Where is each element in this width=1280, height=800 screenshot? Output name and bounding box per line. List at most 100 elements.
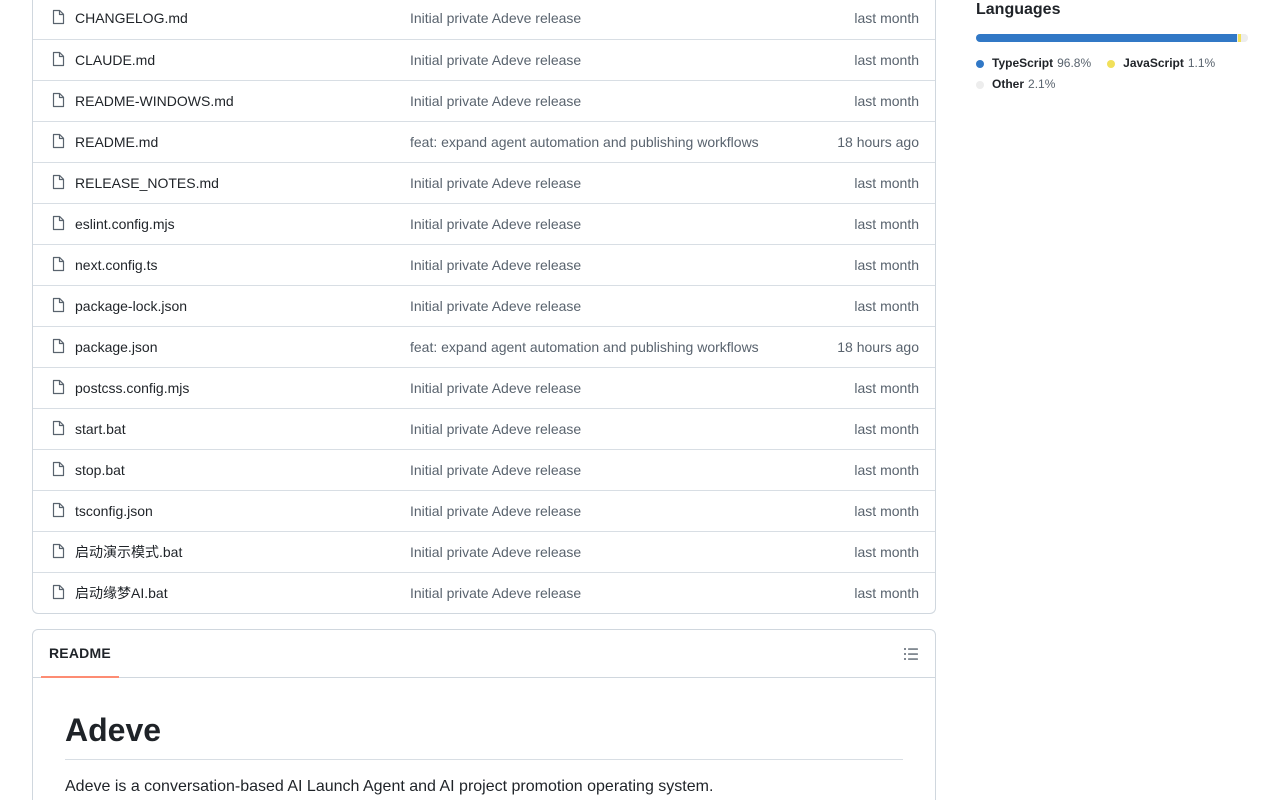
commit-time: last month bbox=[854, 421, 919, 437]
file-row[interactable]: 启动缘梦AI.bat Initial private Adeve release l… bbox=[33, 572, 935, 613]
commit-time: last month bbox=[854, 10, 919, 26]
language-percent: 96.8% bbox=[1057, 56, 1092, 70]
language-name: JavaScript bbox=[1123, 56, 1184, 70]
commit-message-link[interactable]: Initial private Adeve release bbox=[410, 544, 581, 560]
commit-time: last month bbox=[854, 175, 919, 191]
commit-time: last month bbox=[854, 93, 919, 109]
file-row[interactable]: README.md feat: expand agent automation a… bbox=[33, 121, 935, 162]
file-icon bbox=[52, 215, 65, 231]
file-icon bbox=[52, 502, 65, 518]
commit-message-link[interactable]: Initial private Adeve release bbox=[410, 421, 581, 437]
commit-time: last month bbox=[854, 462, 919, 478]
language-dot bbox=[1107, 59, 1116, 68]
file-name-link[interactable]: RELEASE_NOTES.md bbox=[75, 175, 219, 191]
readme-tab[interactable]: README bbox=[41, 630, 119, 678]
commit-time: last month bbox=[854, 544, 919, 560]
commit-message-link[interactable]: Initial private Adeve release bbox=[410, 257, 581, 273]
file-name-link[interactable]: 启动缘梦AI.bat bbox=[75, 583, 168, 603]
file-name-link[interactable]: 启动演示模式.bat bbox=[75, 542, 182, 562]
file-name-link[interactable]: tsconfig.json bbox=[75, 503, 153, 519]
readme-description: Adeve is a conversation-based AI Launch … bbox=[65, 778, 714, 795]
file-name-link[interactable]: CHANGELOG.md bbox=[75, 10, 188, 26]
file-icon bbox=[52, 297, 65, 313]
file-row[interactable]: README-WINDOWS.md Initial private Adeve r… bbox=[33, 80, 935, 121]
file-name-link[interactable]: eslint.config.mjs bbox=[75, 216, 175, 232]
file-list: CHANGELOG.md Initial private Adeve releas… bbox=[32, 0, 936, 614]
commit-message-link[interactable]: Initial private Adeve release bbox=[410, 503, 581, 519]
language-item[interactable]: TypeScript 96.8% bbox=[976, 53, 1091, 74]
repository-page: CHANGELOG.md Initial private Adeve releas… bbox=[0, 0, 1280, 800]
commit-message-link[interactable]: Initial private Adeve release bbox=[410, 52, 581, 68]
commit-message-link[interactable]: Initial private Adeve release bbox=[410, 93, 581, 109]
file-name-link[interactable]: package-lock.json bbox=[75, 298, 187, 314]
file-name-link[interactable]: start.bat bbox=[75, 421, 126, 437]
commit-message-link[interactable]: Initial private Adeve release bbox=[410, 462, 581, 478]
commit-message-link[interactable]: Initial private Adeve release bbox=[410, 380, 581, 396]
language-bar-segment[interactable] bbox=[976, 34, 1238, 42]
file-name-link[interactable]: README.md bbox=[75, 134, 158, 150]
commit-time: last month bbox=[854, 380, 919, 396]
file-row[interactable]: stop.bat Initial private Adeve release las… bbox=[33, 449, 935, 490]
commit-time: 18 hours ago bbox=[837, 339, 919, 355]
file-name-link[interactable]: CLAUDE.md bbox=[75, 52, 155, 68]
commit-message-link[interactable]: Initial private Adeve release bbox=[410, 585, 581, 601]
commit-time: last month bbox=[854, 216, 919, 232]
file-icon bbox=[52, 256, 65, 272]
file-icon bbox=[52, 174, 65, 190]
commit-message-link[interactable]: feat: expand agent automation and publis… bbox=[410, 134, 759, 150]
language-item[interactable]: JavaScript 1.1% bbox=[1107, 53, 1215, 74]
language-name: TypeScript bbox=[992, 56, 1054, 70]
file-name-link[interactable]: postcss.config.mjs bbox=[75, 380, 189, 396]
file-name-link[interactable]: README-WINDOWS.md bbox=[75, 93, 234, 109]
file-row[interactable]: CLAUDE.md Initial private Adeve release la… bbox=[33, 39, 935, 80]
file-name-link[interactable]: next.config.ts bbox=[75, 257, 158, 273]
readme-title: Adeve bbox=[65, 678, 903, 760]
file-row[interactable]: eslint.config.mjs Initial private Adeve r… bbox=[33, 203, 935, 244]
language-percent: 2.1% bbox=[1028, 77, 1056, 91]
file-row[interactable]: CHANGELOG.md Initial private Adeve releas… bbox=[33, 0, 935, 39]
file-icon bbox=[52, 92, 65, 108]
file-icon bbox=[52, 133, 65, 149]
file-row[interactable]: package.json feat: expand agent automatio… bbox=[33, 326, 935, 367]
language-dot bbox=[976, 80, 984, 89]
file-name-link[interactable]: stop.bat bbox=[75, 462, 125, 478]
file-row[interactable]: postcss.config.mjs Initial private Adeve … bbox=[33, 367, 935, 408]
file-name-link[interactable]: package.json bbox=[75, 339, 158, 355]
commit-time: last month bbox=[854, 503, 919, 519]
language-bar-segment[interactable] bbox=[1238, 34, 1242, 42]
language-bar-segment[interactable] bbox=[1242, 34, 1248, 42]
language-item[interactable]: Other 2.1% bbox=[976, 74, 1055, 95]
commit-message-link[interactable]: feat: expand agent automation and publis… bbox=[410, 339, 759, 355]
commit-message-link[interactable]: Initial private Adeve release bbox=[410, 10, 581, 26]
file-icon bbox=[52, 420, 65, 436]
commit-time: last month bbox=[854, 257, 919, 273]
language-percent: 1.1% bbox=[1187, 56, 1216, 70]
commit-message-link[interactable]: Initial private Adeve release bbox=[410, 175, 581, 191]
file-row[interactable]: 启动演示模式.bat Initial private Adeve release l… bbox=[33, 531, 935, 572]
commit-time: 18 hours ago bbox=[837, 134, 919, 150]
commit-time: last month bbox=[854, 52, 919, 68]
commit-message-link[interactable]: Initial private Adeve release bbox=[410, 298, 581, 314]
readme-content: Adeve Adeve is a conversation-based AI L… bbox=[33, 678, 935, 796]
readme-header: README bbox=[33, 630, 935, 678]
file-row[interactable]: next.config.ts Initial private Adeve rele… bbox=[33, 244, 935, 285]
file-icon bbox=[52, 379, 65, 395]
languages-section: Languages TypeScript 96.8% JavaScript 1.1% O… bbox=[976, 0, 1248, 95]
language-name: Other bbox=[992, 77, 1025, 91]
file-icon bbox=[52, 584, 65, 600]
language-list: TypeScript 96.8% JavaScript 1.1% Other 2.1% bbox=[976, 53, 1248, 95]
file-row[interactable]: start.bat Initial private Adeve release la… bbox=[33, 408, 935, 449]
file-icon bbox=[52, 543, 65, 559]
commit-time: last month bbox=[854, 585, 919, 601]
list-unordered-icon[interactable] bbox=[903, 646, 919, 662]
file-row[interactable]: package-lock.json Initial private Adeve r… bbox=[33, 285, 935, 326]
readme-panel: README Adeve Adeve is a conversation-bas… bbox=[32, 629, 936, 800]
commit-time: last month bbox=[854, 298, 919, 314]
language-bar bbox=[976, 34, 1248, 42]
languages-heading: Languages bbox=[976, 1, 1061, 18]
file-row[interactable]: RELEASE_NOTES.md Initial private Adeve re… bbox=[33, 162, 935, 203]
commit-message-link[interactable]: Initial private Adeve release bbox=[410, 216, 581, 232]
file-icon bbox=[52, 9, 65, 25]
file-row[interactable]: tsconfig.json Initial private Adeve relea… bbox=[33, 490, 935, 531]
file-icon bbox=[52, 461, 65, 477]
